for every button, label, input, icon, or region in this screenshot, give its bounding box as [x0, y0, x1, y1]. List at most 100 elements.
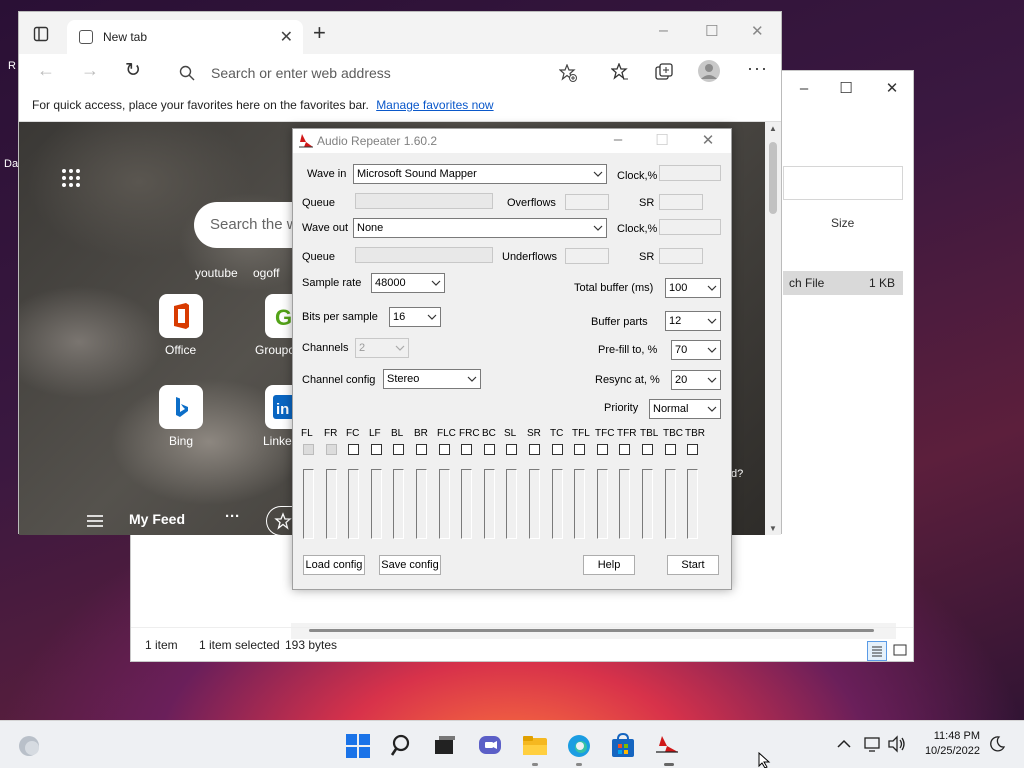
- toolbar: ← → ↻ Search or enter web address ···: [19, 54, 781, 90]
- maximize-button[interactable]: ☐: [823, 77, 869, 101]
- queue-in-label: Queue: [302, 197, 336, 209]
- file-row[interactable]: ch File 1 KB: [783, 271, 903, 295]
- channel-checkbox[interactable]: [552, 444, 563, 455]
- priority-select[interactable]: Normal: [649, 399, 721, 419]
- tile-groupon[interactable]: G: [265, 294, 295, 338]
- minimize-icon[interactable]: –: [659, 22, 668, 40]
- start-windows-icon[interactable]: [345, 733, 371, 759]
- tile-bing[interactable]: [159, 385, 203, 429]
- forward-icon[interactable]: →: [81, 60, 99, 81]
- audio-repeater-window[interactable]: Audio Repeater 1.60.2 – ☐ ✕ Wave in Micr…: [292, 128, 732, 590]
- channel-label: FR: [324, 428, 338, 439]
- running-indicator: [576, 763, 582, 766]
- settings-more-icon[interactable]: ···: [747, 58, 768, 79]
- wave-out-select[interactable]: None: [353, 218, 607, 238]
- channel-checkbox[interactable]: [687, 444, 698, 455]
- tab-actions-icon[interactable]: [33, 26, 49, 42]
- channel-checkbox[interactable]: [619, 444, 630, 455]
- channel-checkbox[interactable]: [416, 444, 427, 455]
- close-button[interactable]: ✕: [869, 77, 915, 101]
- channel-label: BL: [391, 428, 404, 439]
- maximize-icon[interactable]: ☐: [705, 22, 718, 40]
- wave-in-select[interactable]: Microsoft Sound Mapper: [353, 164, 607, 184]
- channel-checkbox[interactable]: [371, 444, 382, 455]
- address-bar[interactable]: Search or enter web address: [163, 56, 591, 88]
- quick-link-ogoff[interactable]: ogoff: [253, 266, 279, 280]
- total-buffer-select[interactable]: 100: [665, 278, 721, 298]
- clock[interactable]: 11:48 PM 10/25/2022: [925, 729, 980, 759]
- minimize-icon[interactable]: –: [603, 131, 633, 148]
- channel-level-meter: [665, 469, 676, 539]
- resync-select[interactable]: 20: [671, 370, 721, 390]
- favorites-icon[interactable]: [611, 63, 629, 81]
- channel-config-select[interactable]: Stereo: [383, 369, 481, 389]
- tile-office[interactable]: [159, 294, 203, 338]
- add-favorite-icon[interactable]: [559, 64, 577, 82]
- volume-icon[interactable]: [887, 735, 907, 753]
- underflows-value: [565, 248, 609, 264]
- audio-repeater-icon[interactable]: [654, 733, 680, 759]
- close-tab-icon[interactable]: ✕: [280, 27, 293, 47]
- channel-checkbox[interactable]: [393, 444, 404, 455]
- load-config-button[interactable]: Load config: [303, 555, 365, 575]
- hamburger-menu-icon[interactable]: [87, 514, 103, 528]
- close-icon[interactable]: ✕: [693, 131, 723, 149]
- quick-link-youtube[interactable]: youtube: [195, 266, 238, 280]
- help-button[interactable]: Help: [583, 555, 635, 575]
- my-feed-label[interactable]: My Feed: [129, 511, 185, 527]
- title-bar[interactable]: Audio Repeater 1.60.2 – ☐ ✕: [293, 129, 731, 153]
- bits-per-sample-select[interactable]: 16: [389, 307, 441, 327]
- scroll-up-icon[interactable]: ▲: [769, 124, 777, 133]
- channel-checkbox[interactable]: [642, 444, 653, 455]
- file-explorer-icon[interactable]: [522, 733, 548, 759]
- network-icon[interactable]: [863, 735, 881, 753]
- channel-checkbox[interactable]: [597, 444, 608, 455]
- channel-checkbox[interactable]: [484, 444, 495, 455]
- save-config-button[interactable]: Save config: [379, 555, 441, 575]
- search-icon[interactable]: [390, 733, 416, 759]
- channel-label: TFL: [572, 428, 590, 439]
- apps-grid-icon[interactable]: [61, 168, 81, 188]
- collections-icon[interactable]: [655, 63, 673, 81]
- minimize-button[interactable]: –: [781, 77, 827, 101]
- close-icon[interactable]: ✕: [751, 22, 764, 40]
- manage-favorites-link[interactable]: Manage favorites now: [376, 98, 493, 112]
- channel-checkbox[interactable]: [506, 444, 517, 455]
- channel-checkbox[interactable]: [574, 444, 585, 455]
- channel-checkbox[interactable]: [439, 444, 450, 455]
- tab-new-tab[interactable]: New tab ✕: [67, 20, 303, 54]
- feed-more-icon[interactable]: ···: [225, 508, 240, 525]
- store-icon[interactable]: [610, 733, 636, 759]
- scroll-down-icon[interactable]: ▼: [769, 524, 777, 533]
- column-header-size[interactable]: Size: [831, 216, 854, 230]
- chat-icon[interactable]: [477, 733, 503, 759]
- focus-assist-icon[interactable]: [988, 735, 1006, 753]
- prefill-select[interactable]: 70: [671, 340, 721, 360]
- back-icon[interactable]: ←: [37, 60, 55, 81]
- chevron-up-icon[interactable]: [836, 737, 852, 751]
- sr-out-label: SR: [639, 251, 655, 263]
- sample-rate-select[interactable]: 48000: [371, 273, 445, 293]
- desktop-icon-label[interactable]: R: [8, 60, 16, 72]
- channel-checkbox[interactable]: [665, 444, 676, 455]
- wave-in-label: Wave in: [307, 168, 347, 180]
- search-input[interactable]: [783, 166, 903, 200]
- channel-label: TFR: [617, 428, 637, 439]
- tile-linkedin[interactable]: in: [265, 385, 297, 429]
- profile-avatar-icon[interactable]: [697, 59, 721, 83]
- scroll-thumb[interactable]: [769, 142, 777, 214]
- channel-checkbox[interactable]: [461, 444, 472, 455]
- refresh-icon[interactable]: ↻: [125, 59, 141, 82]
- new-tab-plus-icon[interactable]: +: [313, 20, 326, 46]
- maximize-icon: ☐: [655, 132, 669, 149]
- task-view-icon[interactable]: [432, 733, 458, 759]
- edge-icon[interactable]: [566, 733, 592, 759]
- desktop-icon-label[interactable]: Da: [4, 158, 18, 170]
- buffer-parts-select[interactable]: 12: [665, 311, 721, 331]
- start-button[interactable]: Start: [667, 555, 719, 575]
- channel-checkbox[interactable]: [348, 444, 359, 455]
- vertical-scrollbar[interactable]: ▲ ▼: [765, 122, 781, 535]
- weather-icon[interactable]: [16, 733, 42, 759]
- file-name: ch File: [789, 276, 825, 290]
- channel-checkbox[interactable]: [529, 444, 540, 455]
